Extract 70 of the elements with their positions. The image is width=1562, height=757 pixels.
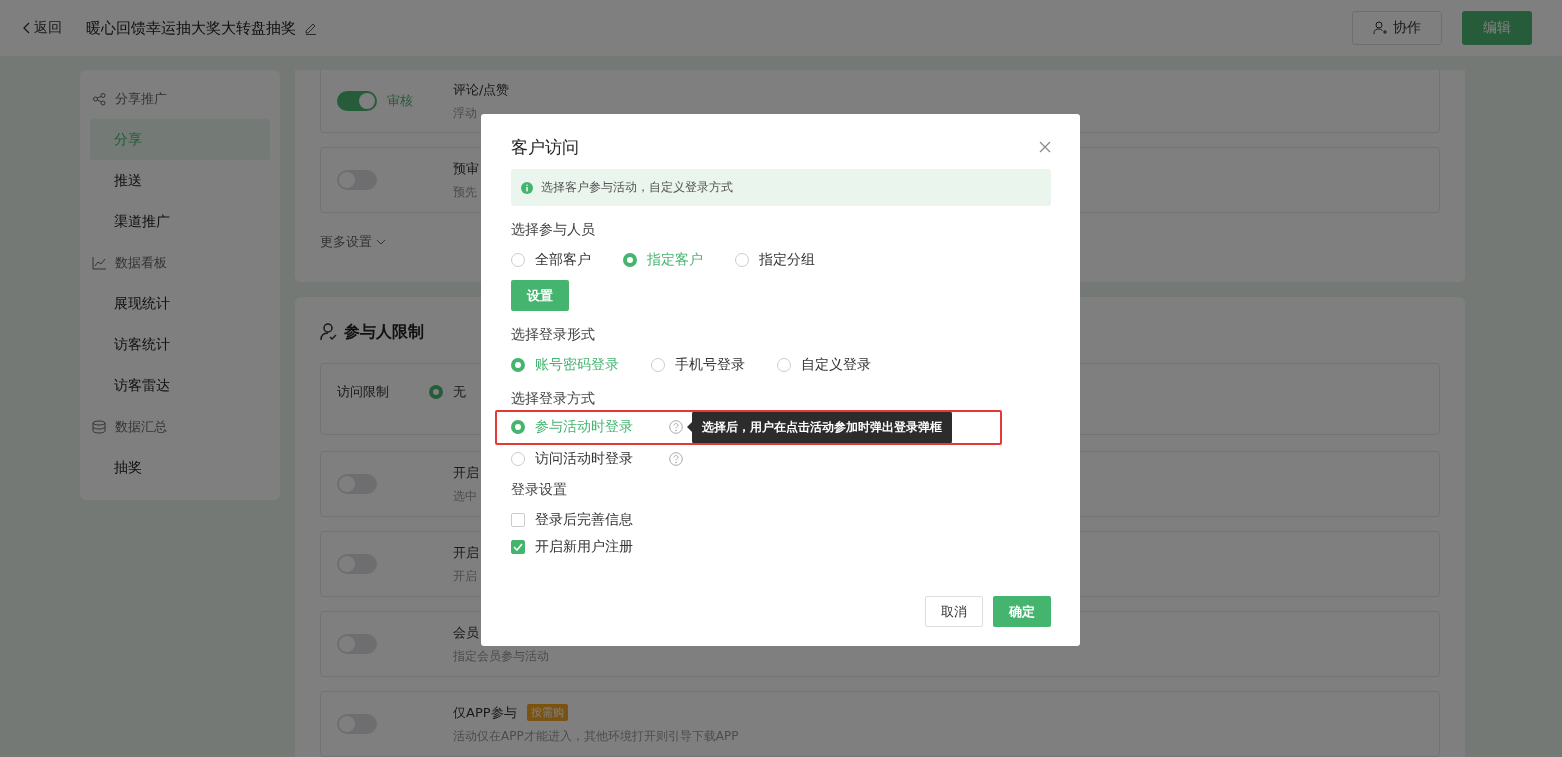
dialog-title: 客户访问 — [511, 135, 579, 159]
radio-option[interactable]: 访问活动时登录 — [511, 450, 669, 468]
radio-button[interactable] — [429, 385, 443, 399]
field-label: 访问限制 — [337, 383, 390, 401]
user-plus-icon — [1373, 21, 1387, 35]
collaborate-button[interactable]: 协作 — [1352, 11, 1442, 45]
toggle-label: 审核 — [387, 92, 413, 110]
chevron-down-icon — [376, 239, 386, 245]
confirm-button[interactable]: 确定 — [993, 596, 1051, 627]
share-icon — [92, 91, 107, 106]
nav-item[interactable]: 访客雷达 — [90, 365, 270, 406]
section-title: 参与人限制 — [344, 321, 424, 343]
info-icon — [521, 181, 533, 194]
tooltip: 选择后，用户在点击活动参加时弹出登录弹框 — [687, 410, 952, 444]
setting-title: 开启 — [453, 543, 479, 562]
checkbox[interactable] — [511, 513, 525, 527]
radio-option[interactable]: 手机号登录 — [651, 356, 745, 374]
paid-badge: 按需购 — [526, 704, 568, 721]
back-link[interactable]: 返回 — [22, 19, 62, 37]
cancel-button[interactable]: 取消 — [925, 596, 983, 627]
close-button[interactable] — [1039, 141, 1051, 153]
back-chevron-icon — [22, 22, 30, 34]
check-icon — [513, 543, 523, 551]
toggle-on[interactable] — [337, 91, 377, 111]
radio-button[interactable] — [777, 358, 791, 372]
radio-button[interactable] — [511, 253, 525, 267]
radio-button[interactable] — [651, 358, 665, 372]
help-icon[interactable] — [669, 452, 683, 466]
help-icon[interactable] — [669, 420, 683, 434]
close-icon — [1039, 141, 1051, 153]
radio-option[interactable]: 全部客户 — [511, 251, 591, 269]
radio-button[interactable] — [511, 358, 525, 372]
nav-item[interactable]: 展现统计 — [90, 283, 270, 324]
user-check-icon — [320, 323, 338, 341]
nav-item[interactable]: 渠道推广 — [90, 201, 270, 242]
checkbox[interactable] — [511, 540, 525, 554]
set-button[interactable]: 设置 — [511, 280, 569, 311]
radio-button[interactable] — [623, 253, 637, 267]
radio-button[interactable] — [735, 253, 749, 267]
radio-option[interactable]: 指定客户 — [623, 251, 703, 269]
section-label: 选择参与人员 — [511, 221, 596, 239]
nav-item[interactable]: 访客统计 — [90, 324, 270, 365]
setting-title: 评论/点赞 — [453, 80, 510, 99]
radio-option[interactable]: 指定分组 — [735, 251, 815, 269]
nav-item[interactable]: 推送 — [90, 160, 270, 201]
radio-option[interactable]: 账号密码登录 — [511, 356, 619, 374]
radio-option[interactable]: 参与活动时登录 — [511, 418, 669, 436]
nav-group-label: 数据汇总 — [115, 417, 167, 436]
checkbox-option[interactable]: 登录后完善信息 — [511, 511, 1051, 529]
radio-button[interactable] — [511, 452, 525, 466]
setting-title: 开启 — [453, 463, 479, 482]
setting-title: 会员 — [453, 623, 479, 642]
pencil-icon[interactable] — [304, 21, 318, 35]
nav-group-label: 分享推广 — [115, 89, 167, 108]
section-label: 选择登录方式 — [511, 390, 596, 408]
setting-title: 仅APP参与 — [453, 703, 517, 722]
checkbox-option[interactable]: 开启新用户注册 — [511, 538, 1051, 556]
section-label: 选择登录形式 — [511, 326, 596, 344]
more-settings-link[interactable]: 更多设置 — [320, 233, 386, 251]
chart-icon — [92, 255, 107, 270]
radio-option[interactable]: 无 — [429, 383, 466, 401]
page-title: 暖心回馈幸运抽大奖大转盘抽奖 — [86, 18, 296, 38]
radio-option[interactable]: 自定义登录 — [777, 356, 871, 374]
nav-item[interactable]: 抽奖 — [90, 447, 270, 488]
info-text: 选择客户参与活动，自定义登录方式 — [541, 179, 733, 196]
section-label: 登录设置 — [511, 481, 568, 499]
database-icon — [92, 419, 107, 434]
setting-title: 预审 — [453, 159, 479, 178]
nav-group-label: 数据看板 — [115, 253, 167, 272]
radio-button[interactable] — [511, 420, 525, 434]
